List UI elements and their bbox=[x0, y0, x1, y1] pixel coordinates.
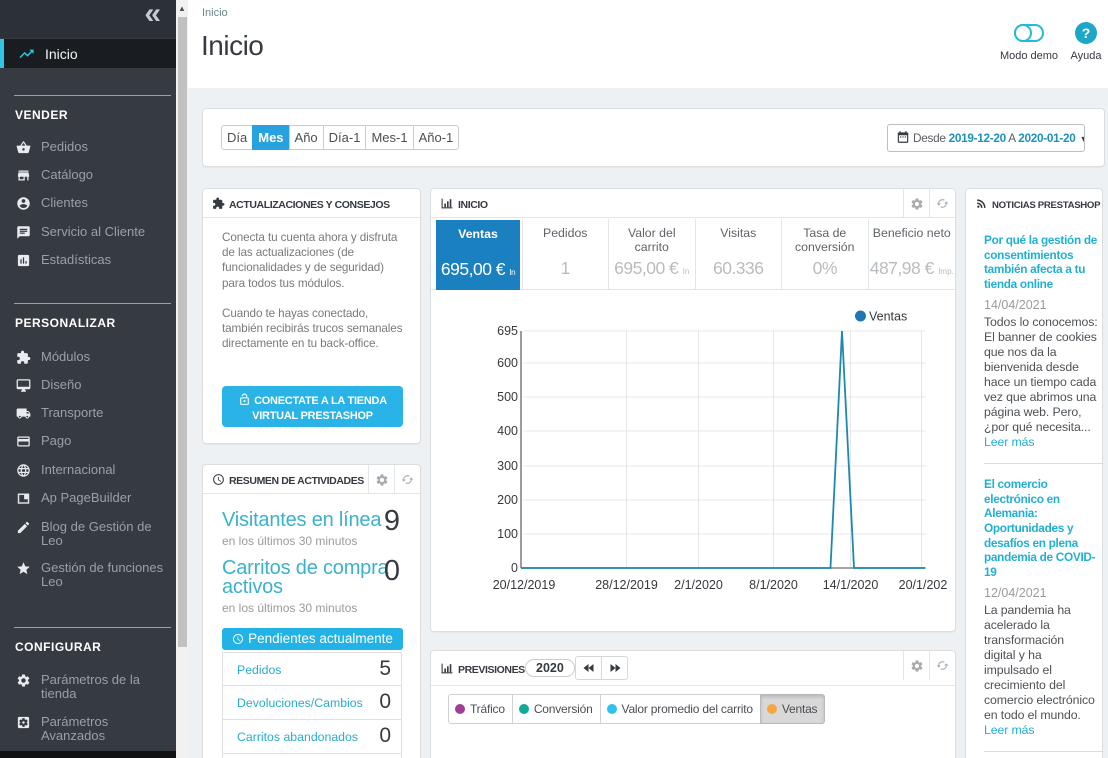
svg-text:20/1/202: 20/1/202 bbox=[899, 578, 948, 592]
svg-text:8/1/2020: 8/1/2020 bbox=[749, 578, 798, 592]
svg-text:500: 500 bbox=[497, 390, 518, 404]
svg-text:695: 695 bbox=[497, 324, 518, 338]
svg-text:300: 300 bbox=[497, 459, 518, 473]
svg-text:20/12/2019: 20/12/2019 bbox=[493, 578, 556, 592]
svg-text:400: 400 bbox=[497, 424, 518, 438]
svg-text:?: ? bbox=[1082, 25, 1091, 41]
svg-text:100: 100 bbox=[497, 527, 518, 541]
svg-text:Ventas: Ventas bbox=[869, 310, 907, 324]
svg-text:2/1/2020: 2/1/2020 bbox=[674, 578, 723, 592]
svg-text:28/12/2019: 28/12/2019 bbox=[595, 578, 658, 592]
svg-text:600: 600 bbox=[497, 356, 518, 370]
svg-text:200: 200 bbox=[497, 493, 518, 507]
svg-text:14/1/2020: 14/1/2020 bbox=[823, 578, 879, 592]
svg-text:0: 0 bbox=[511, 561, 518, 575]
